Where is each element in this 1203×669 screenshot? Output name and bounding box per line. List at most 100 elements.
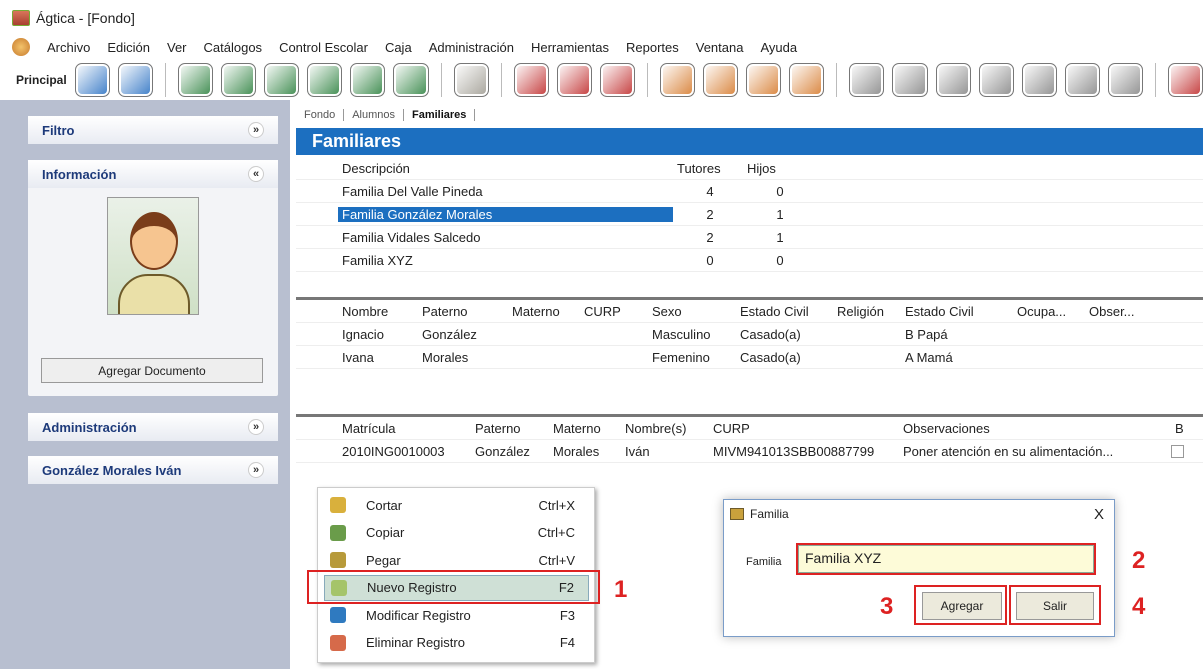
toolbar-button-icon[interactable]: [453, 63, 489, 97]
menu-item-modificar-registro[interactable]: Modificar Registro F3: [324, 602, 589, 628]
column-header[interactable]: Nombre: [338, 304, 418, 319]
column-header[interactable]: CURP: [580, 304, 648, 319]
toolbar-button-icon[interactable]: [117, 63, 153, 97]
column-header[interactable]: B: [1171, 421, 1186, 436]
menu-3[interactable]: Catálogos: [204, 40, 263, 55]
toolbar-button-icon[interactable]: [264, 63, 300, 97]
table-cell: B Papá: [905, 326, 948, 342]
table-cell: González: [422, 326, 477, 342]
toolbar-button-icon[interactable]: [513, 63, 549, 97]
menu-2[interactable]: Ver: [167, 40, 187, 55]
menu-5[interactable]: Caja: [385, 40, 412, 55]
toolbar-separator: [646, 63, 648, 97]
column-header[interactable]: Estado Civil: [901, 304, 1013, 319]
alumno-panel[interactable]: González Morales Iván »: [28, 456, 278, 484]
toolbar-button-icon[interactable]: [789, 63, 825, 97]
menu-item-icon: [330, 634, 346, 651]
column-header[interactable]: Hijos: [743, 161, 813, 176]
tab-alumnos[interactable]: Alumnos: [344, 109, 404, 121]
agregar-documento-button[interactable]: Agregar Documento: [41, 358, 263, 383]
column-header[interactable]: Paterno: [471, 421, 549, 436]
toolbar-button-icon[interactable]: [74, 63, 110, 97]
administracion-panel[interactable]: Administración »: [28, 413, 278, 441]
menu-8[interactable]: Reportes: [626, 40, 679, 55]
column-header[interactable]: Sexo: [648, 304, 736, 319]
expand-icon[interactable]: »: [248, 462, 264, 478]
toolbar-button-icon[interactable]: [350, 63, 386, 97]
column-header[interactable]: Matrícula: [338, 421, 471, 436]
table-row[interactable]: Ivana Morales Femenino Casado(a) A Mamá: [296, 346, 1203, 369]
tab-familiares[interactable]: Familiares: [404, 109, 476, 121]
table-cell: MIVM941013SBB00887799: [713, 443, 875, 459]
table-row[interactable]: 2010ING0010003 González Morales Iván MIVM941…: [296, 440, 1203, 463]
menu-0[interactable]: Archivo: [47, 40, 90, 55]
menu-6[interactable]: Administración: [429, 40, 514, 55]
app-menu-icon[interactable]: [12, 38, 30, 56]
column-header[interactable]: CURP: [709, 421, 899, 436]
checkbox[interactable]: [1171, 444, 1184, 458]
table-row[interactable]: Familia Del Valle Pineda 4 0: [296, 180, 1203, 203]
toolbar-button-icon[interactable]: [599, 63, 635, 97]
alumno-label: González Morales Iván: [42, 462, 182, 478]
column-header[interactable]: Materno: [549, 421, 621, 436]
toolbar-button-icon[interactable]: [978, 63, 1014, 97]
column-header[interactable]: Descripción: [338, 161, 673, 176]
menu-item-copiar[interactable]: Copiar Ctrl+C: [324, 520, 589, 546]
filtro-panel[interactable]: Filtro »: [28, 116, 278, 144]
table-cell: Familia González Morales: [338, 206, 673, 222]
toolbar-button-icon[interactable]: [659, 63, 695, 97]
toolbar-button-icon[interactable]: [1064, 63, 1100, 97]
toolbar-button-icon[interactable]: [220, 63, 257, 97]
toolbar-button-icon[interactable]: [177, 63, 213, 97]
toolbar-button-icon[interactable]: [702, 63, 739, 97]
toolbar-button-icon[interactable]: [556, 63, 592, 97]
collapse-icon[interactable]: «: [248, 166, 264, 182]
expand-icon[interactable]: »: [248, 122, 264, 138]
toolbar-button-icon[interactable]: [1021, 63, 1057, 97]
toolbar-button-icon[interactable]: [849, 63, 885, 97]
column-header[interactable]: Estado Civil: [736, 304, 833, 319]
alumnos-grid[interactable]: Matrícula Paterno Materno Nombre(s) CURP Obse…: [296, 414, 1203, 466]
tab-fondo[interactable]: Fondo: [296, 109, 345, 121]
toolbar-button-icon[interactable]: [1107, 63, 1144, 97]
toolbar-button-icon[interactable]: [892, 63, 928, 97]
table-row[interactable]: Ignacio González Masculino Casado(a) B Papá: [296, 323, 1203, 346]
menu-4[interactable]: Control Escolar: [279, 40, 368, 55]
menu-item-eliminar-registro[interactable]: Eliminar Registro F4: [324, 630, 589, 656]
column-header[interactable]: Ocupa...: [1013, 304, 1085, 319]
toolbar-button-icon[interactable]: [935, 63, 971, 97]
familias-grid[interactable]: Descripción Tutores Hijos Familia Del Valle…: [296, 157, 1203, 290]
column-header[interactable]: Obser...: [1085, 304, 1155, 319]
menu-item-cortar[interactable]: Cortar Ctrl+X: [324, 492, 589, 518]
column-header[interactable]: Paterno: [418, 304, 508, 319]
toolbar-button-icon[interactable]: [746, 63, 782, 97]
menu-9[interactable]: Ventana: [696, 40, 744, 55]
toolbar-button-icon[interactable]: [393, 63, 429, 97]
table-row[interactable]: Familia González Morales 2 1: [296, 203, 1203, 226]
menu-item-label: Eliminar Registro: [366, 635, 465, 650]
close-icon[interactable]: X: [1094, 506, 1104, 523]
column-header[interactable]: Nombre(s): [621, 421, 709, 436]
column-header[interactable]: Tutores: [673, 161, 743, 176]
menu-10[interactable]: Ayuda: [760, 40, 797, 55]
column-header[interactable]: Materno: [508, 304, 580, 319]
menu-item-label: Modificar Registro: [366, 607, 471, 623]
menu-1[interactable]: Edición: [107, 40, 150, 55]
column-header[interactable]: Observaciones: [899, 421, 1171, 436]
tutores-grid[interactable]: Nombre Paterno Materno CURP Sexo Estado Civil…: [296, 297, 1203, 405]
toolbar-button-icon[interactable]: [1168, 63, 1203, 97]
table-row[interactable]: Familia XYZ 0 0: [296, 249, 1203, 272]
familia-input[interactable]: Familia XYZ: [798, 545, 1094, 573]
table-cell: Familia Del Valle Pineda: [342, 183, 483, 199]
table-cell: 1: [776, 206, 784, 222]
menu-7[interactable]: Herramientas: [531, 40, 609, 55]
filtro-label: Filtro: [42, 122, 75, 138]
expand-icon[interactable]: »: [248, 419, 264, 435]
toolbar-button-icon[interactable]: [307, 63, 343, 97]
table-row[interactable]: Familia Vidales Salcedo 2 1: [296, 226, 1203, 249]
toolbar-separator: [836, 63, 838, 97]
table-cell: Poner atención en su alimentación...: [903, 443, 1114, 459]
menu-item-icon: [330, 552, 346, 568]
column-header[interactable]: Religión: [833, 304, 901, 319]
menu-item-label: Pegar: [366, 552, 401, 568]
